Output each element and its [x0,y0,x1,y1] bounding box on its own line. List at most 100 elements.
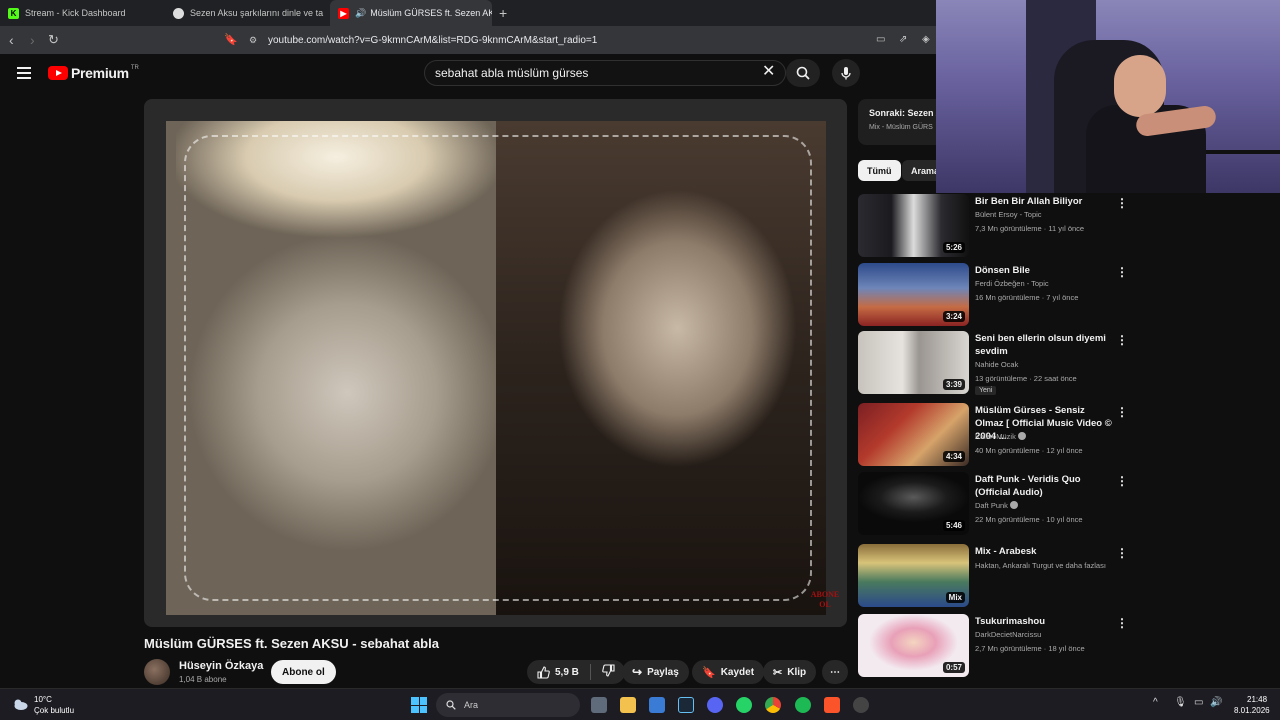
back-icon[interactable]: ‹ [9,32,14,48]
cloud-icon[interactable] [12,697,28,711]
video-title: Müslüm GÜRSES ft. Sezen AKSU - sebahat a… [144,636,439,651]
weather-description[interactable]: Çok bulutlu [34,706,74,715]
tab-youtube-active[interactable]: ▶ 🔊 Müslüm GÜRSES ft. Sezen AK ✕ [330,0,492,26]
chevron-up-icon[interactable]: ^ [1153,697,1158,708]
duration-badge: 0:57 [942,662,965,673]
new-tab-button[interactable]: + [499,5,507,21]
up-next-label: Sonraki: Sezen A [869,108,938,118]
reload-icon[interactable]: ↻ [48,32,59,48]
search-input[interactable]: sebahat abla müslüm gürses [424,60,786,86]
channel-name[interactable]: Hüseyin Özkaya [179,660,263,672]
spotify-icon[interactable] [795,697,811,713]
file-explorer-icon[interactable] [620,697,636,713]
more-vertical-icon[interactable]: ⋮ [1116,333,1128,347]
more-actions-button[interactable]: ⋯ [822,660,848,684]
rec-channel[interactable]: Ferdi Özbeğen - Topic [975,279,1049,288]
volume-icon[interactable]: 🔊 [1210,697,1222,708]
more-vertical-icon[interactable]: ⋮ [1116,546,1128,560]
save-button[interactable]: 🔖 Kaydet [692,660,765,684]
weather-temperature[interactable]: 10°C [34,695,52,704]
youtube-premium-logo[interactable]: Premium TR [48,65,139,81]
microphone-icon [841,67,851,80]
obs-icon[interactable] [853,697,869,713]
duration-badge: 5:26 [942,242,965,253]
channel-avatar[interactable] [144,659,170,685]
task-view-icon[interactable] [591,697,607,713]
recommended-video[interactable]: 4:34 Müslüm Gürses - Sensiz Olmaz [ Offi… [858,403,1138,467]
chip-all[interactable]: Tümü [858,160,901,181]
tab-sezen-aksu[interactable]: Sezen Aksu şarkılarını dinle ve ta [165,0,330,26]
video-player[interactable] [144,99,847,627]
more-vertical-icon[interactable]: ⋮ [1116,405,1128,419]
cast-icon[interactable]: ▭ [876,32,885,48]
recommended-video[interactable]: 3:24 Dönsen Bile Ferdi Özbeğen - Topic 1… [858,263,1138,327]
dislike-button[interactable] [602,664,615,680]
more-vertical-icon[interactable]: ⋮ [1116,616,1128,630]
bookmark-icon[interactable]: 🔖 [224,32,238,48]
recommended-video[interactable]: 3:39 Seni ben ellerin olsun diyemi sevdi… [858,331,1138,401]
extension-icon[interactable]: ◈ [922,32,930,48]
clock-date[interactable]: 8.01.2026 [1234,706,1270,715]
like-button[interactable]: 5,9 B [537,665,579,679]
kick-icon: K [8,7,19,19]
network-icon[interactable]: ▭ [1194,697,1203,708]
brave-icon[interactable] [824,697,840,713]
clip-button[interactable]: ✂ Klip [763,660,817,684]
subscriber-count: 1,04 B abone [179,675,227,684]
verified-icon [1009,501,1018,509]
menu-icon[interactable] [17,67,31,79]
rec-channel[interactable]: Nahide Ocak [975,360,1018,369]
start-button[interactable] [411,697,427,713]
clock-time[interactable]: 21:48 [1247,695,1267,704]
playlist-panel[interactable]: Sonraki: Sezen A Mix - Müslüm GÜRS [858,99,938,145]
rec-channel[interactable]: Bülent Ersoy - Topic [975,210,1042,219]
share-button[interactable]: ↪ Paylaş [622,660,689,684]
mix-thumbnail[interactable]: Mix [858,544,969,607]
rec-title[interactable]: Dönsen Bile [975,264,1115,277]
microphone-tray-icon[interactable]: 🎙 [1174,697,1187,708]
search-button[interactable] [786,59,820,87]
recommended-video[interactable]: 0:57 Tsukurimashou DarkDecietNarcissu 2,… [858,614,1138,678]
recommended-mix[interactable]: Mix Mix - Arabesk Haktan, Ankaralı Turgu… [858,544,1138,608]
more-vertical-icon[interactable]: ⋮ [1116,265,1128,279]
video-thumbnail[interactable]: 5:26 [858,194,969,257]
rec-channel[interactable]: Daft Punk [975,501,1018,510]
store-icon[interactable] [649,697,665,713]
chip-search[interactable]: Arama [902,160,938,181]
rec-channel[interactable]: DarkDecietNarcissu [975,630,1041,639]
rec-title[interactable]: Seni ben ellerin olsun diyemi sevdim [975,332,1115,358]
discord-icon[interactable] [707,697,723,713]
video-thumbnail[interactable]: 4:34 [858,403,969,466]
recommended-video[interactable]: 5:26 Bir Ben Bir Allah Biliyor Bülent Er… [858,194,1138,258]
save-icon: 🔖 [702,666,716,679]
rec-title[interactable]: Tsukurimashou [975,615,1115,628]
clear-search-icon[interactable]: ✕ [762,64,775,80]
rec-channel[interactable]: Kalan Müzik [975,432,1026,441]
steam-icon[interactable] [678,697,694,713]
screen: K Stream - Kick Dashboard Sezen Aksu şar… [0,0,1280,720]
tab-kick-dashboard[interactable]: K Stream - Kick Dashboard [0,0,165,26]
chrome-icon[interactable] [765,697,781,713]
forward-icon[interactable]: › [30,32,35,48]
duration-badge: 3:39 [942,379,965,390]
rec-title[interactable]: Daft Punk - Veridis Quo (Official Audio) [975,473,1115,499]
rec-title[interactable]: Bir Ben Bir Allah Biliyor [975,195,1115,208]
more-horizontal-icon: ⋯ [830,666,840,678]
webcam-person-head [1114,55,1166,117]
video-thumbnail[interactable]: 3:39 [858,331,969,394]
site-info-icon[interactable]: ⚙ [249,35,257,46]
recommended-video[interactable]: 5:46 Daft Punk - Veridis Quo (Official A… [858,472,1138,536]
whatsapp-icon[interactable] [736,697,752,713]
more-vertical-icon[interactable]: ⋮ [1116,474,1128,488]
voice-search-button[interactable] [832,59,860,87]
subscribe-button[interactable]: Abone ol [271,660,336,684]
video-thumbnail[interactable]: 5:46 [858,472,969,535]
verified-icon [1017,432,1026,440]
more-vertical-icon[interactable]: ⋮ [1116,196,1128,210]
video-thumbnail[interactable]: 3:24 [858,263,969,326]
video-thumbnail[interactable]: 0:57 [858,614,969,677]
rec-title[interactable]: Mix - Arabesk [975,545,1115,558]
address-bar[interactable]: ⚙ youtube.com/watch?v=G-9kmnCArM&list=RD… [240,30,940,50]
taskbar-search[interactable]: Ara [436,693,580,717]
share-icon[interactable]: ⇗ [899,32,907,48]
